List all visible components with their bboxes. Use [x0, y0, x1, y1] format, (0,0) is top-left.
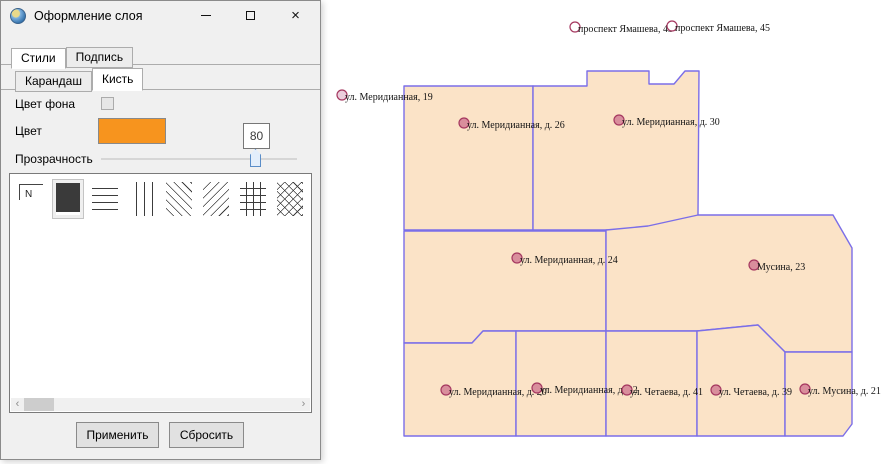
solid-pattern-icon [56, 183, 80, 215]
horizontal-scrollbar[interactable]: ‹ › [11, 398, 310, 411]
color-swatch[interactable] [98, 118, 166, 144]
forward-diagonal-pattern-icon [203, 182, 229, 216]
horizontal-pattern-icon [92, 182, 118, 216]
cross-pattern-icon [240, 182, 266, 216]
map-label-chetaeva-39: ул. Четаева, д. 39 [719, 387, 792, 398]
map-label-meridiannaya-30: ул. Меридианная, д. 30 [622, 117, 720, 128]
map-label-chetaeva-41: ул. Четаева, д. 41 [630, 387, 703, 398]
window-title: Оформление слоя [34, 1, 142, 31]
scroll-left-icon[interactable]: ‹ [11, 398, 24, 411]
background-color-checkbox[interactable] [101, 97, 114, 110]
pattern-swatch-horizontal[interactable] [90, 180, 120, 218]
parcel-chetaeva-41[interactable] [606, 331, 697, 436]
tab-brush[interactable]: Кисть [92, 68, 143, 91]
tab-pencil[interactable]: Карандаш [15, 71, 92, 92]
transparency-slider-thumb[interactable] [250, 149, 261, 167]
pattern-list-row: N [16, 180, 312, 218]
close-icon: × [291, 8, 300, 23]
pattern-listbox: N ‹ › [9, 173, 312, 413]
parcel-meridiannaya-26[interactable] [404, 86, 533, 230]
pattern-swatch-solid[interactable] [53, 180, 83, 218]
tab-styles[interactable]: Стили [11, 48, 66, 69]
no-fill-glyph: N [25, 189, 32, 200]
backward-diagonal-pattern-icon [166, 182, 192, 216]
pattern-swatch-backward-diagonal[interactable] [164, 180, 194, 218]
close-button[interactable]: × [273, 1, 318, 30]
pattern-swatch-cross[interactable] [238, 180, 268, 218]
parcel-meridiannaya-30[interactable] [533, 71, 699, 230]
minimize-button[interactable] [183, 1, 228, 30]
maximize-icon [246, 11, 255, 20]
layer-style-dialog: Оформление слоя × СтилиПодпись КарандашК… [0, 0, 321, 460]
parcel-meridiannaya-20[interactable] [404, 331, 516, 436]
scroll-right-icon[interactable]: › [297, 398, 310, 411]
tab-caption[interactable]: Подпись [66, 47, 134, 68]
vertical-pattern-icon [129, 182, 155, 216]
map-label-musina-23: Мусина, 23 [757, 262, 805, 273]
map-label-yamasheva-43: проспект Ямашева, 43 [578, 24, 673, 35]
parcel-chetaeva-39[interactable] [697, 325, 785, 436]
transparency-label: Прозрачность [15, 152, 93, 166]
map-label-musina-21: ул. Мусина, д. 21 [808, 386, 881, 397]
pattern-swatch-none[interactable]: N [16, 180, 46, 218]
parcel-meridiannaya-22[interactable] [516, 331, 606, 436]
secondary-tab-strip: КарандашКисть [1, 68, 320, 90]
transparency-slider-track[interactable] [101, 158, 297, 160]
minimize-icon [201, 15, 211, 16]
color-label: Цвет [15, 124, 42, 138]
title-bar[interactable]: Оформление слоя × [1, 1, 320, 31]
map-label-meridiannaya-24: ул. Меридианная, д. 24 [520, 255, 618, 266]
reset-button[interactable]: Сбросить [169, 422, 244, 448]
pattern-swatch-diagonal-cross[interactable] [275, 180, 305, 218]
pattern-swatch-vertical[interactable] [127, 180, 157, 218]
pattern-swatch-forward-diagonal[interactable] [201, 180, 231, 218]
map-label-yamasheva-45: проспект Ямашева, 45 [675, 23, 770, 34]
globe-icon [10, 8, 26, 24]
transparency-value: 80 [243, 123, 270, 149]
apply-button[interactable]: Применить [76, 422, 159, 448]
background-color-label: Цвет фона [15, 97, 75, 111]
primary-tab-strip: СтилиПодпись [1, 47, 320, 65]
diagonal-cross-pattern-icon [277, 182, 303, 216]
none-pattern-icon: N [18, 182, 44, 216]
map-label-meridiannaya-26: ул. Меридианная, д. 26 [467, 120, 565, 131]
parcel-meridiannaya-24[interactable] [404, 231, 606, 343]
scrollbar-thumb[interactable] [24, 398, 54, 411]
map-label-meridiannaya-19: ул. Меридианная, 19 [345, 92, 433, 103]
maximize-button[interactable] [228, 1, 273, 30]
